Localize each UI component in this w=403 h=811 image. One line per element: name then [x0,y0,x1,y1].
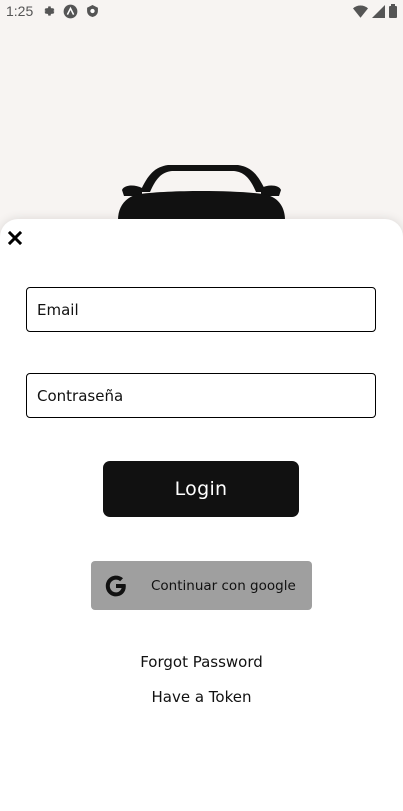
password-field[interactable] [26,373,376,418]
email-input[interactable] [37,288,365,331]
app-icon [63,4,78,19]
status-time: 1:25 [6,3,34,19]
password-input[interactable] [37,374,365,417]
login-sheet: Login Continuar con google Forgot Passwo… [0,219,403,811]
login-button-label: Login [174,478,228,500]
forgot-password-link[interactable]: Forgot Password [0,653,403,671]
battery-icon [389,4,397,18]
login-button[interactable]: Login [103,461,299,517]
close-button[interactable] [6,229,24,247]
google-signin-button[interactable]: Continuar con google [91,561,312,610]
login-screen: 1:25 Email Login Continuar con google Fo… [0,0,403,811]
email-field[interactable] [26,287,376,332]
google-button-label: Continuar con google [151,577,296,594]
have-token-link[interactable]: Have a Token [0,688,403,706]
google-icon [103,573,129,599]
wifi-icon [353,5,368,18]
status-bar: 1:25 [0,0,403,22]
shield-icon [86,4,99,18]
car-silhouette-icon [118,165,285,220]
close-icon [8,231,22,245]
settings-icon [41,4,55,18]
hero-car [0,150,403,230]
signal-icon [372,4,385,18]
